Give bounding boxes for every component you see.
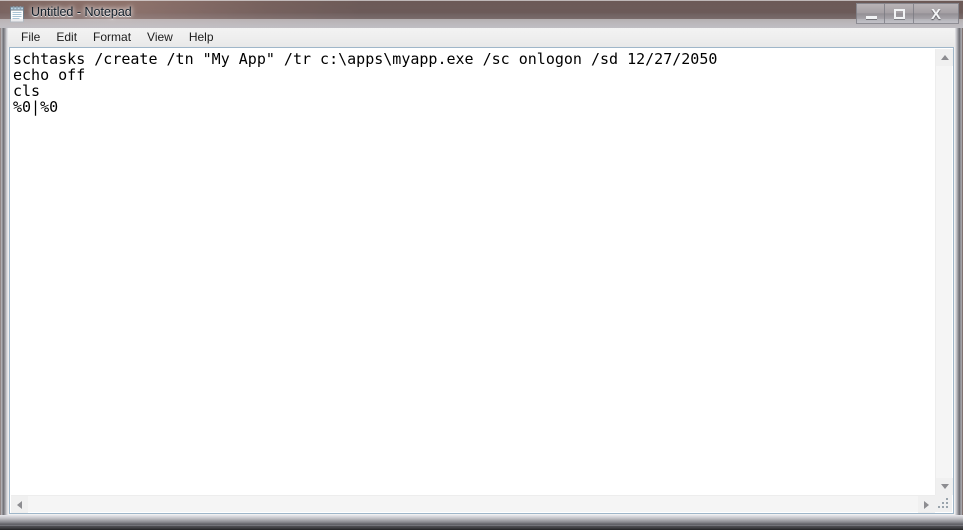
resize-grip-icon[interactable] [937,497,950,510]
horizontal-scrollbar-track[interactable] [28,496,918,512]
menu-item-help[interactable]: Help [181,29,222,47]
window-frame-right [955,28,963,515]
menu-item-format[interactable]: Format [85,29,139,47]
text-editor[interactable]: schtasks /create /tn "My App" /tr c:\app… [11,49,935,495]
window-title: Untitled - Notepad [31,5,132,19]
window-frame-left [0,28,8,515]
menu-item-file[interactable]: File [13,29,48,47]
maximize-icon [894,9,905,19]
arrow-up-icon [940,55,949,60]
maximize-button[interactable] [885,3,914,24]
arrow-left-icon [17,500,22,509]
scroll-left-button[interactable] [11,496,28,513]
scroll-down-button[interactable] [936,478,953,495]
arrow-right-icon [924,500,929,509]
menu-bar: File Edit Format View Help [8,28,955,47]
close-icon: X [930,6,941,23]
minimize-button[interactable] [856,3,885,24]
horizontal-scrollbar[interactable] [11,495,935,513]
scroll-right-button[interactable] [918,496,935,513]
editor-line-4: %0|%0 [13,98,59,116]
menu-item-view[interactable]: View [139,29,181,47]
editor-content: schtasks /create /tn "My App" /tr c:\app… [13,51,935,115]
scroll-up-button[interactable] [936,49,953,66]
title-bar[interactable]: Untitled - Notepad X [0,0,963,28]
arrow-down-icon [940,484,949,489]
notepad-window: Untitled - Notepad X File Edit Format Vi… [0,0,963,530]
close-button[interactable]: X [914,3,959,24]
minimize-icon [866,16,877,19]
scrollbar-corner [935,495,952,512]
vertical-scrollbar-track[interactable] [936,66,952,478]
editor-line-1: schtasks /create /tn "My App" /tr c:\app… [13,50,718,68]
vertical-scrollbar[interactable] [935,49,953,495]
editor-frame: schtasks /create /tn "My App" /tr c:\app… [9,47,954,514]
client-area: File Edit Format View Help schtasks /cre… [8,28,955,515]
notepad-icon [10,6,24,23]
caption-buttons: X [856,3,959,24]
editor-inner-frame: schtasks /create /tn "My App" /tr c:\app… [10,48,953,513]
menu-item-edit[interactable]: Edit [48,29,85,47]
window-frame-bottom [0,515,963,530]
